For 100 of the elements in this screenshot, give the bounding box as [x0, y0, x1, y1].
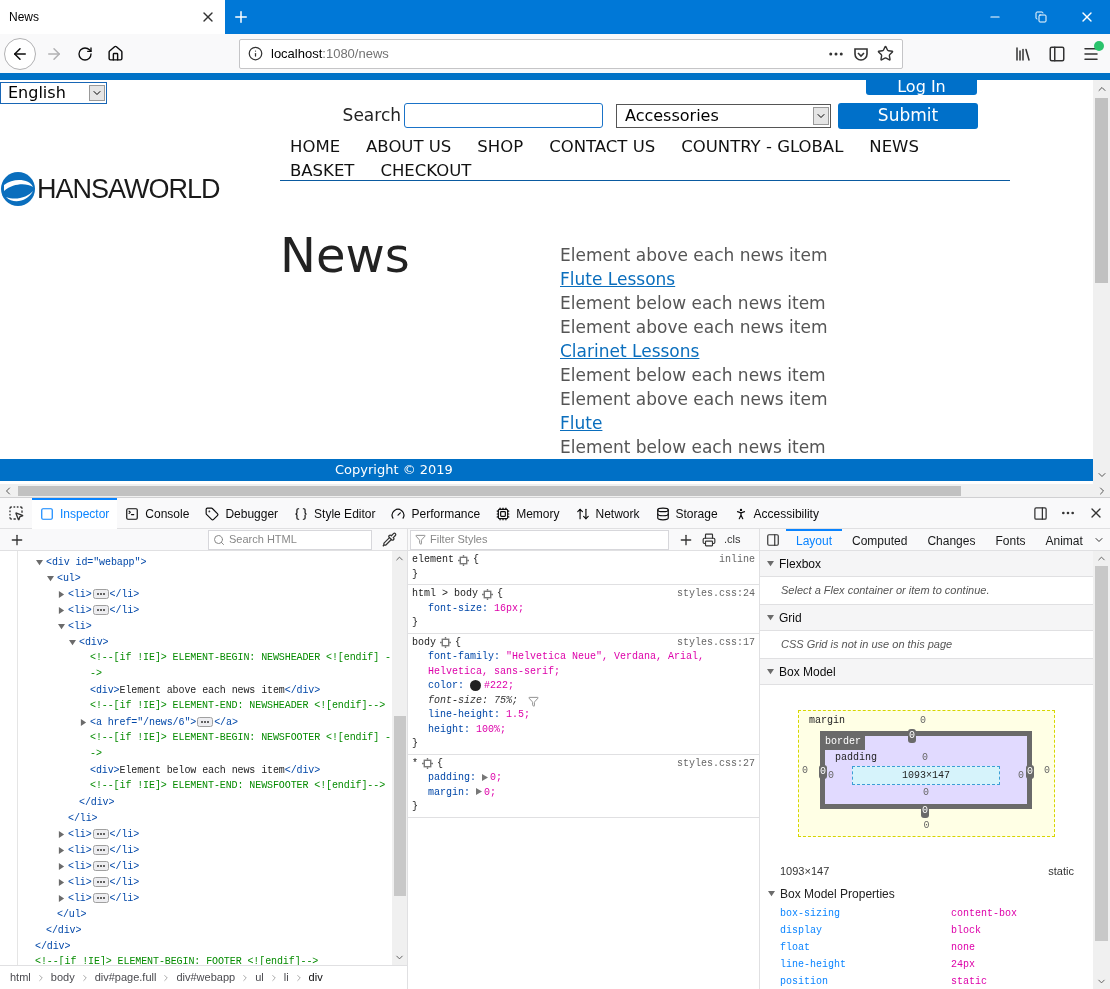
comment-text[interactable]: <!--[if !IE]> ELEMENT-BEGIN: NEWSFOOTER <![endif] -->: [90, 730, 392, 762]
tag-text[interactable]: <li>: [68, 842, 92, 858]
nav-link[interactable]: BASKET: [290, 158, 355, 183]
comment-text[interactable]: <!--[if !IE]> ELEMENT-END: NEWSFOOTER <![endif]-->: [90, 778, 392, 794]
sidebar-tab[interactable]: Fonts: [985, 528, 1036, 551]
element-line[interactable]: <div>Element above each news item</div>: [90, 682, 321, 698]
restore-icon[interactable]: [1035, 11, 1047, 23]
disclosure-triangle-icon[interactable]: [58, 590, 65, 598]
disclosure-triangle-icon[interactable]: [58, 830, 65, 838]
nav-link[interactable]: ABOUT US: [366, 134, 452, 159]
comment-text[interactable]: <!--[if !IE]> ELEMENT-END: NEWSHEADER <![endif]-->: [90, 698, 392, 714]
language-select[interactable]: English: [0, 81, 107, 104]
article-link[interactable]: Flute Lessons: [560, 267, 676, 291]
vertical-scrollbar[interactable]: [392, 551, 407, 965]
ellipsis-badge-icon[interactable]: [92, 861, 109, 871]
devtools-tab[interactable]: Debugger: [197, 497, 287, 529]
devtools-tab[interactable]: Storage: [647, 497, 726, 529]
closing-tag[interactable]: </li>: [109, 858, 140, 874]
category-select[interactable]: Accessories: [616, 103, 831, 128]
bookmark-star-icon[interactable]: [877, 45, 894, 62]
devtools-tab[interactable]: Performance: [383, 497, 489, 529]
vertical-scrollbar[interactable]: [1093, 79, 1110, 484]
tag-text[interactable]: <li>: [68, 602, 92, 618]
reload-icon[interactable]: [77, 45, 93, 62]
pocket-icon[interactable]: [853, 45, 869, 62]
closing-tag[interactable]: </li>: [109, 842, 140, 858]
closing-tag[interactable]: </li>: [109, 586, 140, 602]
ellipsis-badge-icon[interactable]: [92, 893, 109, 903]
disclosure-triangle-icon[interactable]: [47, 574, 54, 582]
sidebar-tab[interactable]: Changes: [917, 528, 986, 551]
devtools-tab[interactable]: Console: [117, 497, 198, 529]
nav-link[interactable]: CHECKOUT: [380, 158, 472, 183]
disclosure-triangle-icon[interactable]: [58, 606, 65, 614]
tag-text[interactable]: <li>: [68, 858, 92, 874]
target-icon[interactable]: [422, 758, 433, 770]
disclosure-triangle-icon[interactable]: [767, 668, 774, 675]
search-html-field[interactable]: Search HTML: [208, 529, 372, 550]
expand-triangle-icon[interactable]: [476, 788, 483, 796]
color-swatch[interactable]: [470, 679, 482, 691]
nav-link[interactable]: COUNTRY - GLOBAL: [681, 134, 844, 159]
closing-tag[interactable]: </a>: [214, 714, 238, 730]
ellipsis-badge-icon[interactable]: [92, 845, 109, 855]
breadcrumb[interactable]: div#page.full: [94, 969, 157, 986]
disclosure-triangle-icon[interactable]: [69, 638, 76, 646]
breadcrumb[interactable]: ul: [255, 969, 264, 986]
nav-link[interactable]: SHOP: [477, 134, 524, 159]
search-field[interactable]: [404, 103, 603, 128]
eyedropper-icon[interactable]: [382, 532, 397, 547]
scroll-thumb[interactable]: [1095, 97, 1108, 283]
filter-styles-field[interactable]: Filter Styles: [410, 529, 669, 550]
sidebar-tab[interactable]: Computed: [842, 528, 918, 551]
devtools-tab[interactable]: Network: [567, 497, 648, 529]
disclosure-triangle-icon[interactable]: [58, 846, 65, 854]
info-icon[interactable]: [248, 46, 263, 61]
section-header[interactable]: Box Model: [760, 659, 1093, 685]
filter-icon[interactable]: [528, 695, 540, 707]
rule-source[interactable]: styles.css:24: [677, 587, 755, 602]
rule-source[interactable]: styles.css:17: [677, 635, 755, 650]
breadcrumb[interactable]: div: [308, 969, 323, 986]
ellipsis-badge-icon[interactable]: [92, 605, 109, 615]
disclosure-triangle-icon[interactable]: [58, 622, 65, 630]
browser-tab[interactable]: News: [0, 0, 225, 34]
element-line[interactable]: <div>Element below each news item</div>: [90, 762, 321, 778]
devtools-tab[interactable]: Inspector: [32, 497, 118, 529]
breadcrumb[interactable]: div#webapp: [176, 969, 236, 986]
vertical-scrollbar[interactable]: [1093, 551, 1110, 989]
ellipsis-badge-icon[interactable]: [92, 877, 109, 887]
dock-icon[interactable]: [1033, 505, 1048, 521]
address-bar[interactable]: localhost:1080/news: [239, 38, 903, 69]
ellipsis-badge-icon[interactable]: [92, 829, 109, 839]
tag-text[interactable]: <li>: [68, 826, 92, 842]
devtools-tab[interactable]: Memory: [488, 497, 568, 529]
article-link[interactable]: Flute: [560, 411, 603, 435]
tag-text[interactable]: <li>: [68, 890, 92, 906]
disclosure-triangle-icon[interactable]: [767, 614, 774, 621]
back-button[interactable]: [4, 37, 36, 70]
rule-source[interactable]: inline: [719, 553, 755, 568]
tag-text[interactable]: <div id="webapp">: [46, 554, 147, 570]
submit-button[interactable]: Submit: [838, 102, 978, 129]
expand-triangle-icon[interactable]: [482, 773, 489, 781]
tag-text[interactable]: <li>: [68, 874, 92, 890]
closing-tag[interactable]: </li>: [109, 874, 140, 890]
closing-tag[interactable]: </ul>: [57, 906, 87, 922]
cls-button[interactable]: .cls: [724, 531, 741, 548]
nav-link[interactable]: CONTACT US: [549, 134, 656, 159]
sidebar-icon[interactable]: [1048, 44, 1066, 63]
disclosure-triangle-icon[interactable]: [767, 560, 774, 567]
breadcrumb[interactable]: body: [50, 969, 75, 986]
rule-source[interactable]: styles.css:27: [677, 756, 755, 771]
sidebar-tab[interactable]: Animat: [1035, 528, 1093, 551]
ellipsis-badge-icon[interactable]: [92, 589, 109, 599]
closing-tag[interactable]: </li>: [68, 810, 98, 826]
sidebar-toggle-icon[interactable]: [766, 532, 780, 547]
devtools-tab[interactable]: Style Editor: [286, 497, 384, 529]
closing-tag[interactable]: </div>: [79, 794, 115, 810]
breadcrumb[interactable]: li: [283, 969, 289, 986]
tag-text[interactable]: <ul>: [57, 570, 81, 586]
target-icon[interactable]: [440, 637, 451, 649]
scroll-thumb[interactable]: [18, 485, 961, 496]
closing-tag[interactable]: </div>: [35, 938, 71, 954]
